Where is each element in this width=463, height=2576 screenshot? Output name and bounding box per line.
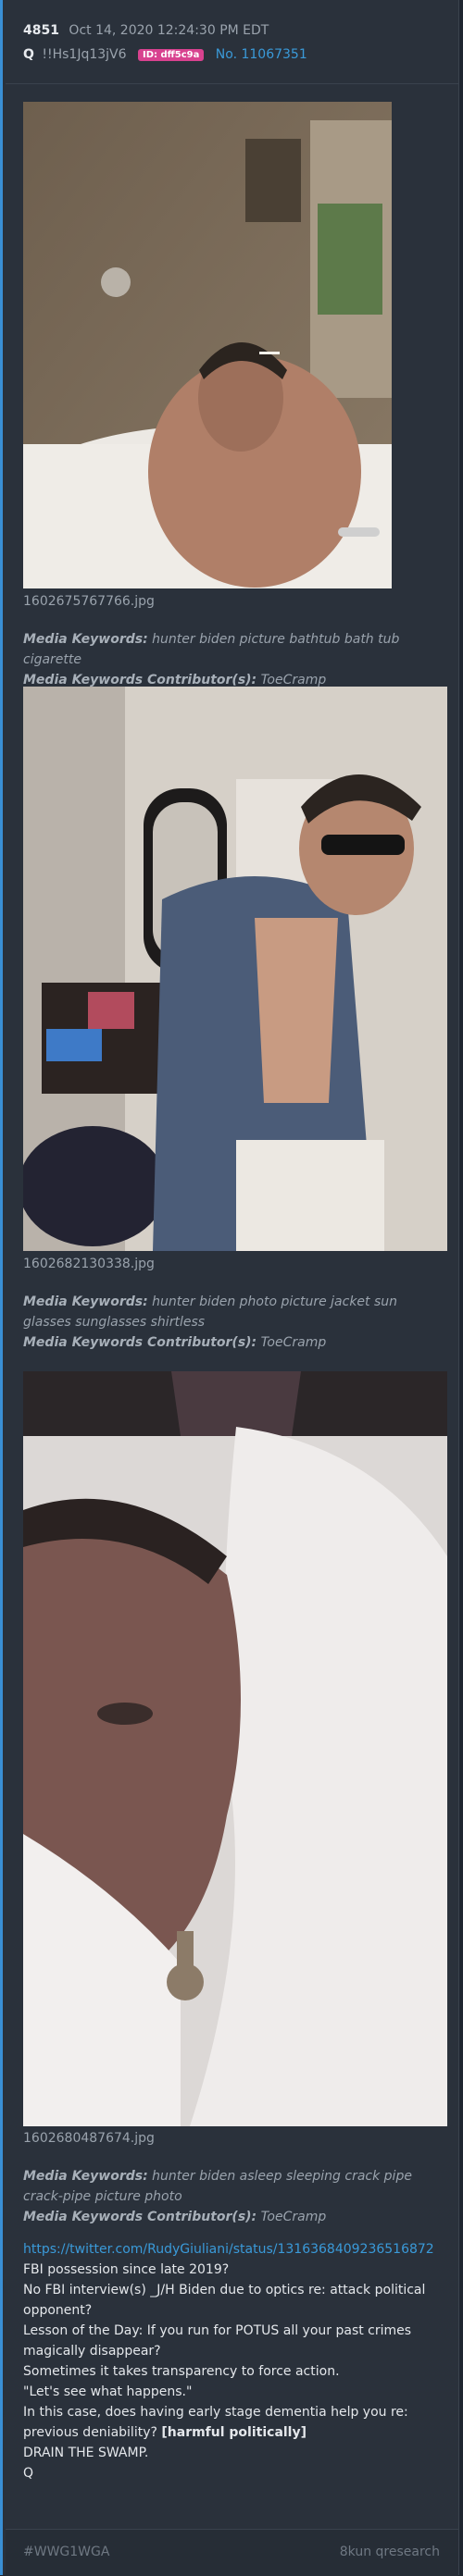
image-3-keywords: Media Keywords: hunter biden asleep slee…: [23, 2166, 449, 2227]
body-line-7: DRAIN THE SWAMP.: [23, 2446, 149, 2460]
contributor-label: Media Keywords Contributor(s):: [23, 2210, 257, 2224]
post-author: Q: [23, 47, 34, 62]
image-1-filename[interactable]: 1602675767766.jpg: [23, 594, 155, 609]
body-line-3: Lesson of the Day: If you run for POTUS …: [23, 2323, 412, 2359]
post-card: 4851 Oct 14, 2020 12:24:30 PM EDT Q !!Hs…: [0, 0, 459, 2576]
post-number[interactable]: 4851: [23, 23, 59, 38]
image-2-keywords: Media Keywords: hunter biden photo pictu…: [23, 1292, 449, 1353]
post-date: Oct 14, 2020 12:24:30 PM EDT: [69, 23, 269, 38]
post-body: https://twitter.com/RudyGiuliani/status/…: [23, 2239, 449, 2483]
keywords-label: Media Keywords:: [23, 1294, 148, 1309]
contributor-label: Media Keywords Contributor(s):: [23, 1335, 257, 1350]
keywords-label: Media Keywords:: [23, 2169, 148, 2184]
body-line-6: In this case, does having early stage de…: [23, 2402, 449, 2443]
contributor-text: ToeCramp: [257, 1335, 327, 1350]
source-label: 8kun qresearch: [339, 2545, 440, 2559]
contributor-text: ToeCramp: [257, 2210, 327, 2224]
twitter-link[interactable]: https://twitter.com/RudyGiuliani/status/…: [23, 2239, 449, 2260]
body-signature: Q: [23, 2466, 34, 2481]
image-2-filename[interactable]: 1602682130338.jpg: [23, 1257, 155, 1271]
post-link[interactable]: No. 11067351: [216, 47, 307, 62]
header-divider: [6, 83, 458, 84]
contributor-label: Media Keywords Contributor(s):: [23, 673, 257, 687]
post-header: 4851 Oct 14, 2020 12:24:30 PM EDT Q !!Hs…: [23, 20, 449, 65]
post-footer: #WWG1WGA 8kun qresearch: [6, 2529, 458, 2576]
post-tripcode: !!Hs1Jq13jV6: [42, 47, 127, 62]
bold-annotation: [harmful politically]: [161, 2425, 307, 2440]
id-badge[interactable]: ID: dff5c9a: [137, 49, 205, 61]
keywords-label: Media Keywords:: [23, 632, 148, 647]
body-line-5: "Let's see what happens.": [23, 2384, 193, 2399]
image-1-keywords: Media Keywords: hunter biden picture bat…: [23, 629, 449, 690]
attached-image-1[interactable]: [23, 102, 392, 588]
contributor-text: ToeCramp: [257, 673, 327, 687]
hashtag[interactable]: #WWG1WGA: [23, 2545, 109, 2559]
body-line-1: FBI possession since late 2019?: [23, 2262, 230, 2277]
attached-image-2[interactable]: [23, 687, 447, 1251]
image-3-filename[interactable]: 1602680487674.jpg: [23, 2131, 155, 2146]
body-line-2: No FBI interview(s) _J/H Biden due to op…: [23, 2283, 426, 2318]
attached-image-3[interactable]: [23, 1371, 447, 2126]
body-line-4: Sometimes it takes transparency to force…: [23, 2364, 340, 2379]
